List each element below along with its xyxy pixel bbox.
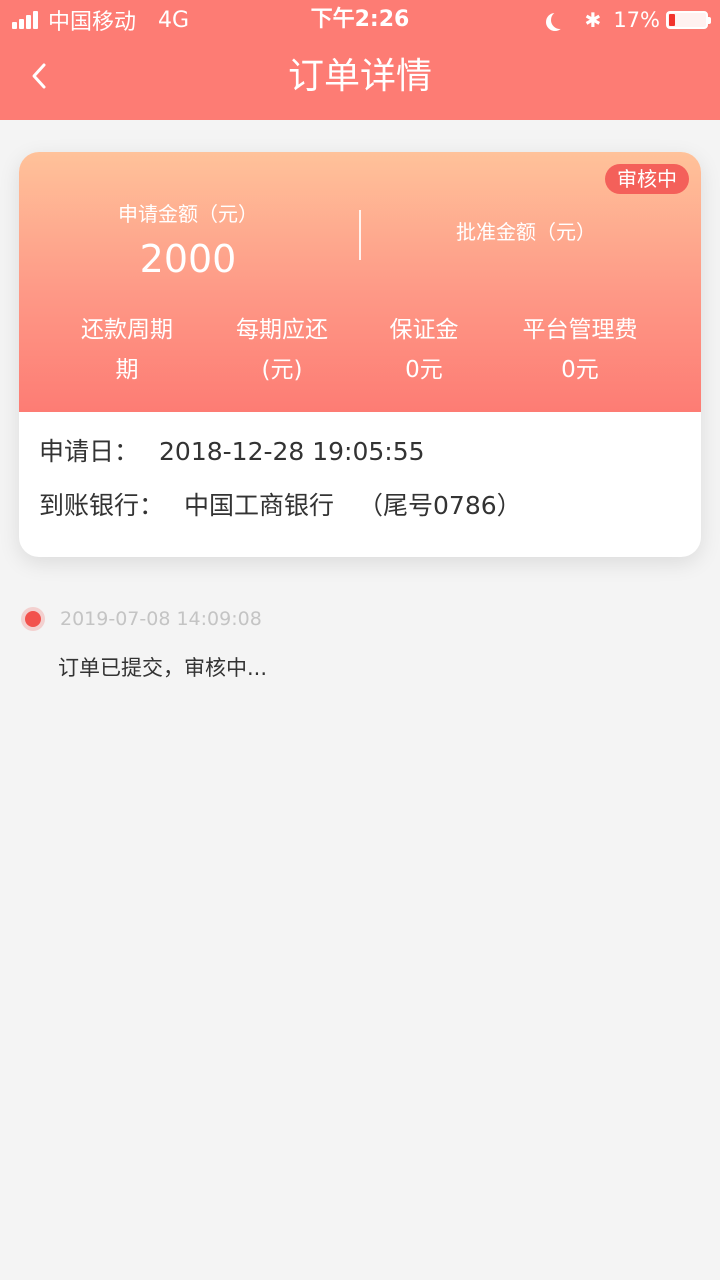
platform-fee: 平台管理费 0元	[515, 310, 645, 390]
repayment-period: 还款周期 期	[75, 310, 179, 390]
repayment-period-value: 期	[115, 357, 139, 383]
moon-icon	[551, 11, 569, 29]
apply-date-value: 2018-12-28 19:05:55	[159, 437, 425, 466]
battery-percent: 17%	[613, 8, 660, 32]
status-bar: 中国移动 4G 下午2:26 ✱ 17%	[0, 0, 720, 40]
applied-amount-value: 2000	[139, 237, 237, 281]
bank-tail-number: （尾号0786）	[358, 491, 522, 520]
amount-divider	[359, 210, 361, 260]
platform-fee-label: 平台管理费	[522, 317, 638, 343]
approved-amount-label: 批准金额（元）	[456, 220, 596, 244]
deposit: 保证金 0元	[381, 310, 467, 390]
battery-fill	[669, 14, 676, 26]
apply-date-label: 申请日：	[39, 437, 140, 466]
status-right: ✱ 17%	[545, 6, 711, 34]
installment-amount-value: (元)	[261, 357, 303, 383]
deposit-value: 0元	[405, 357, 443, 383]
deposit-label: 保证金	[389, 317, 459, 343]
battery-icon	[666, 11, 711, 29]
apply-date-row: 申请日： 2018-12-28 19:05:55	[39, 434, 425, 470]
timeline-dot-icon	[25, 611, 41, 627]
applied-amount: 申请金额（元） 2000	[79, 200, 297, 284]
timeline-text: 订单已提交，审核中...	[58, 656, 268, 680]
bank-label: 到账银行：	[39, 491, 165, 520]
installment-amount: 每期应还 (元)	[223, 310, 341, 390]
bank-row: 到账银行： 中国工商银行 （尾号0786）	[39, 488, 522, 524]
bank-name: 中国工商银行	[184, 491, 335, 520]
installment-amount-label: 每期应还	[236, 317, 328, 343]
order-card: 审核中 申请金额（元） 2000 批准金额（元） 还款周期 期 每期应还 (元)…	[19, 152, 701, 557]
bluetooth-icon: ✱	[584, 8, 602, 32]
status-badge: 审核中	[605, 164, 689, 194]
timeline-time: 2019-07-08 14:09:08	[60, 608, 262, 630]
repayment-period-label: 还款周期	[81, 317, 173, 343]
approved-amount: 批准金额（元）	[419, 218, 633, 252]
applied-amount-label: 申请金额（元）	[118, 202, 258, 226]
platform-fee-value: 0元	[561, 357, 599, 383]
app-header: 中国移动 4G 下午2:26 ✱ 17% 订单详情	[0, 0, 720, 120]
page-title: 订单详情	[287, 56, 432, 97]
order-summary: 审核中 申请金额（元） 2000 批准金额（元） 还款周期 期 每期应还 (元)…	[19, 152, 701, 412]
